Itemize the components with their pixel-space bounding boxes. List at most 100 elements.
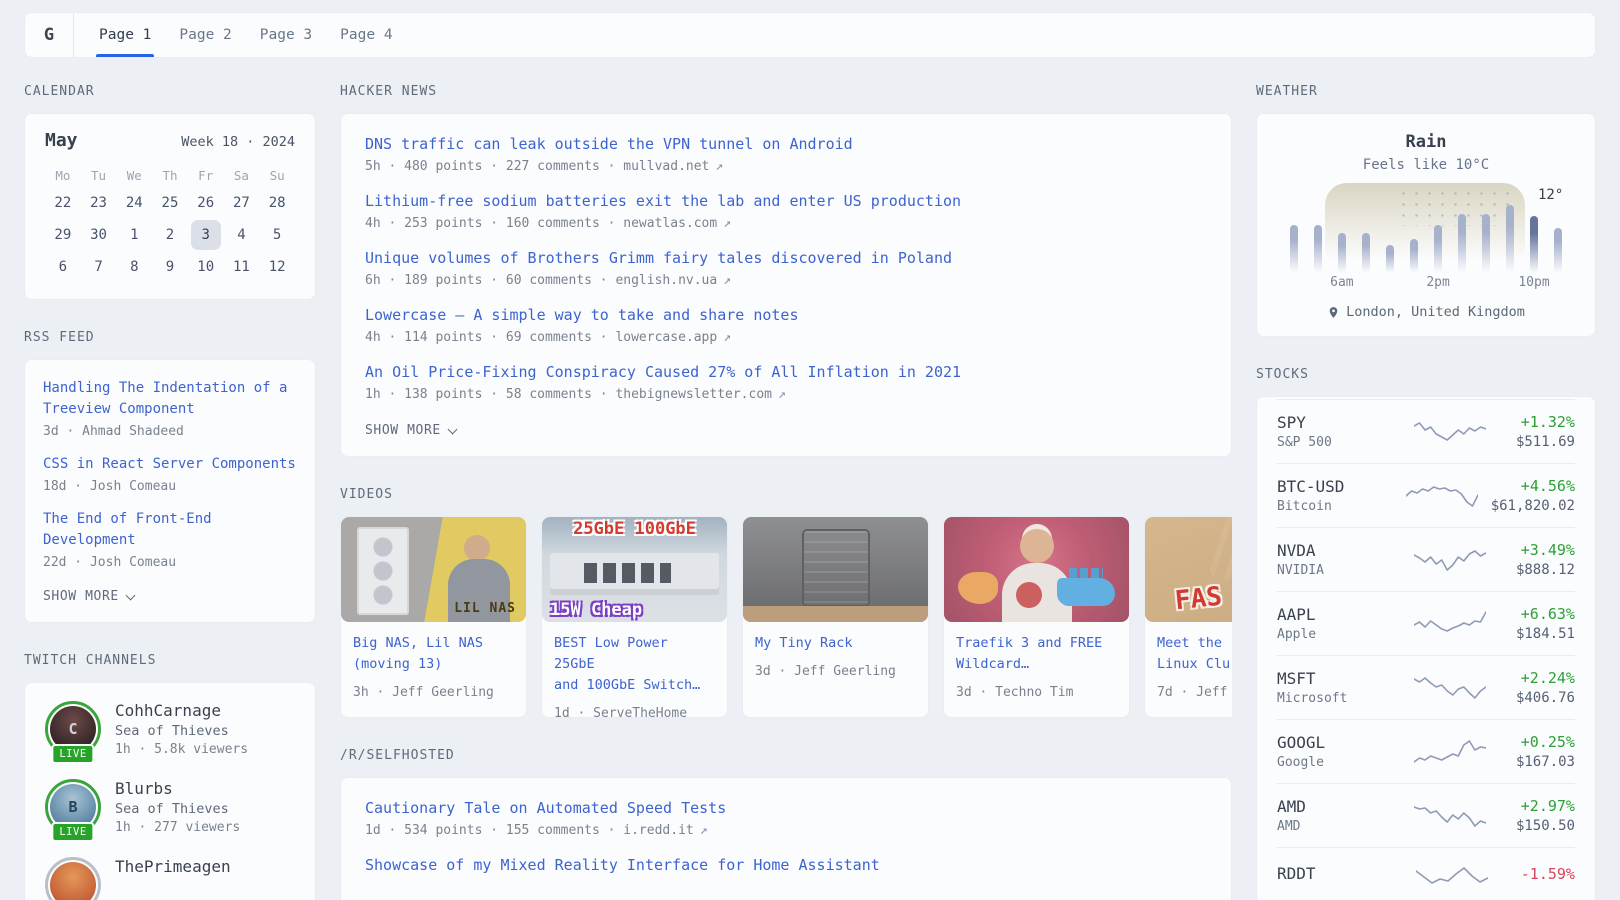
page-tab[interactable]: Page 3 — [257, 13, 315, 57]
story-title-link[interactable]: Unique volumes of Brothers Grimm fairy t… — [365, 248, 1207, 269]
external-link-icon: ↗ — [723, 216, 731, 231]
stock-row[interactable]: AAPL Apple +6.63% $184.51 — [1277, 591, 1575, 655]
stock-row[interactable]: MSFT Microsoft +2.24% $406.76 — [1277, 655, 1575, 719]
calendar-day[interactable]: 12 — [262, 252, 292, 282]
hackernews-show-more-button[interactable]: SHOW MORE — [365, 423, 456, 438]
story-title-link[interactable]: Lowercase – A simple way to take and sha… — [365, 305, 1207, 326]
stock-row[interactable]: BTC-USD Bitcoin +4.56% $61,820.02 — [1277, 463, 1575, 527]
weather-bar — [1314, 225, 1322, 273]
video-title-link[interactable]: Meet the Linux Clu — [1157, 633, 1232, 675]
video-meta: 1d · ServeTheHome — [554, 706, 715, 718]
weather-bar — [1362, 233, 1370, 273]
video-title-link[interactable]: BEST Low Power 25GbE and 100GbE Switch… — [554, 633, 715, 696]
stock-row[interactable]: NVDA NVIDIA +3.49% $888.12 — [1277, 527, 1575, 591]
calendar-day[interactable]: 23 — [84, 188, 114, 218]
channel-info: CohhCarnage Sea of Thieves 1h · 5.8k vie… — [115, 701, 248, 757]
story-title-link[interactable]: DNS traffic can leak outside the VPN tun… — [365, 134, 1207, 155]
calendar-day[interactable]: 4 — [226, 220, 256, 250]
calendar-day[interactable]: 2 — [155, 220, 185, 250]
hackernews-widget: HACKER NEWS DNS traffic can leak outside… — [340, 84, 1232, 457]
rss-item-title-link[interactable]: CSS in React Server Components — [43, 454, 297, 475]
weather-bar-slot — [1402, 239, 1426, 273]
video-card[interactable]: Traefik 3 and FREE Wildcard… 3d · Techno… — [943, 516, 1130, 718]
stock-change-percent: +2.97% — [1516, 797, 1575, 815]
time-label: 6am — [1330, 275, 1353, 290]
calendar-day[interactable]: 25 — [155, 188, 185, 218]
stock-row[interactable]: SPY S&P 500 +1.32% $511.69 — [1277, 399, 1575, 463]
video-thumbnail[interactable] — [944, 517, 1129, 622]
post-title-link[interactable]: Cautionary Tale on Automated Speed Tests — [365, 798, 1207, 819]
calendar-day[interactable]: 8 — [119, 252, 149, 282]
left-column: CALENDAR May Week 18 · 2024 MoTuWeThFrSa… — [24, 58, 316, 900]
video-meta: 3d · Techno Tim — [956, 685, 1117, 700]
twitch-channel-row[interactable]: B LIVE Blurbs Sea of Thieves 1h · 277 vi… — [45, 779, 295, 835]
stock-identity: RDDT — [1277, 864, 1399, 886]
page-tab[interactable]: Page 4 — [337, 13, 395, 57]
stock-row[interactable]: AMD AMD +2.97% $150.50 — [1277, 783, 1575, 847]
thumbnail-art-person — [464, 535, 490, 561]
video-card[interactable]: LIL NAS Big NAS, Lil NAS (moving 13) 3h … — [340, 516, 527, 718]
calendar-weekday: Su — [259, 165, 295, 187]
calendar-day[interactable]: 30 — [84, 220, 114, 250]
twitch-channel-row[interactable]: LIVE ThePrimeagen — [45, 857, 295, 900]
weather-hourly-chart: 12° — [1282, 185, 1570, 273]
thumbnail-art-blob — [958, 572, 998, 604]
calendar-day[interactable]: 24 — [119, 188, 149, 218]
video-thumbnail[interactable]: LIL NAS — [341, 517, 526, 622]
calendar-day[interactable]: 28 — [262, 188, 292, 218]
calendar-day[interactable]: 9 — [155, 252, 185, 282]
rss-item-title-link[interactable]: Handling The Indentation of a Treeview C… — [43, 378, 297, 420]
calendar-day[interactable]: 1 — [119, 220, 149, 250]
current-temperature-label: 12° — [1538, 187, 1563, 203]
calendar-day[interactable]: 5 — [262, 220, 292, 250]
stock-identity: AAPL Apple — [1277, 605, 1399, 642]
calendar-day[interactable]: 26 — [191, 188, 221, 218]
video-title-link[interactable]: Traefik 3 and FREE Wildcard… — [956, 633, 1117, 675]
story-meta: 6h · 189 points · 60 comments · english.… — [365, 273, 1207, 288]
rss-item-meta: 22d · Josh Comeau — [43, 555, 297, 570]
video-card[interactable]: FAS Meet the Linux Clu 7d · Jeff Geerlin… — [1144, 516, 1232, 718]
story-title-link[interactable]: An Oil Price-Fixing Conspiracy Caused 27… — [365, 362, 1207, 383]
page-tab[interactable]: Page 1 — [96, 13, 154, 57]
twitch-channel-row[interactable]: C LIVE CohhCarnage Sea of Thieves 1h · 5… — [45, 701, 295, 757]
calendar-day[interactable]: 29 — [48, 220, 78, 250]
stock-price: $150.50 — [1516, 818, 1575, 834]
story-title-link[interactable]: Lithium-free sodium batteries exit the l… — [365, 191, 1207, 212]
stock-row[interactable]: GOOGL Google +0.25% $167.03 — [1277, 719, 1575, 783]
stock-row[interactable]: RDDT -1.59% — [1277, 847, 1575, 900]
video-card[interactable]: My Tiny Rack 3d · Jeff Geerling — [742, 516, 929, 718]
calendar-day[interactable]: 3 — [191, 220, 221, 250]
rss-show-more-button[interactable]: SHOW MORE — [43, 589, 134, 604]
app-logo[interactable]: G — [25, 13, 73, 57]
calendar-weekday: We — [116, 165, 152, 187]
video-thumbnail[interactable]: 25GbE 100GbE 15W Cheap — [542, 517, 727, 622]
calendar-day[interactable]: 10 — [191, 252, 221, 282]
video-title-link[interactable]: My Tiny Rack — [755, 633, 916, 654]
weather-bar — [1338, 233, 1346, 273]
channel-viewers: 1h · 277 viewers — [115, 820, 240, 835]
channel-info: Blurbs Sea of Thieves 1h · 277 viewers — [115, 779, 240, 835]
rss-item-title-link[interactable]: The End of Front-End Development — [43, 509, 297, 551]
channel-avatar-ring — [45, 857, 101, 900]
channel-name: ThePrimeagen — [115, 857, 231, 876]
video-card[interactable]: 25GbE 100GbE 15W Cheap BEST Low Power 25… — [541, 516, 728, 718]
calendar-day[interactable]: 27 — [226, 188, 256, 218]
stock-change-percent: +0.25% — [1516, 733, 1575, 751]
calendar-day[interactable]: 7 — [84, 252, 114, 282]
video-thumbnail[interactable] — [743, 517, 928, 622]
weather-card: Rain Feels like 10°C — [1256, 113, 1596, 337]
channel-game: Sea of Thieves — [115, 801, 240, 817]
post-title-link[interactable]: Showcase of my Mixed Reality Interface f… — [365, 855, 1207, 876]
weather-bar — [1506, 205, 1514, 273]
video-title-link[interactable]: Big NAS, Lil NAS (moving 13) — [353, 633, 514, 675]
story-item: Lithium-free sodium batteries exit the l… — [365, 191, 1207, 231]
section-title-calendar: CALENDAR — [24, 84, 316, 99]
calendar-weekday: Th — [152, 165, 188, 187]
video-thumbnail[interactable]: FAS — [1145, 517, 1232, 622]
live-badge: LIVE — [51, 822, 94, 842]
calendar-day[interactable]: 11 — [226, 252, 256, 282]
calendar-day[interactable]: 22 — [48, 188, 78, 218]
page-tab[interactable]: Page 2 — [176, 13, 234, 57]
calendar-day[interactable]: 6 — [48, 252, 78, 282]
stock-symbol: GOOGL — [1277, 733, 1399, 752]
